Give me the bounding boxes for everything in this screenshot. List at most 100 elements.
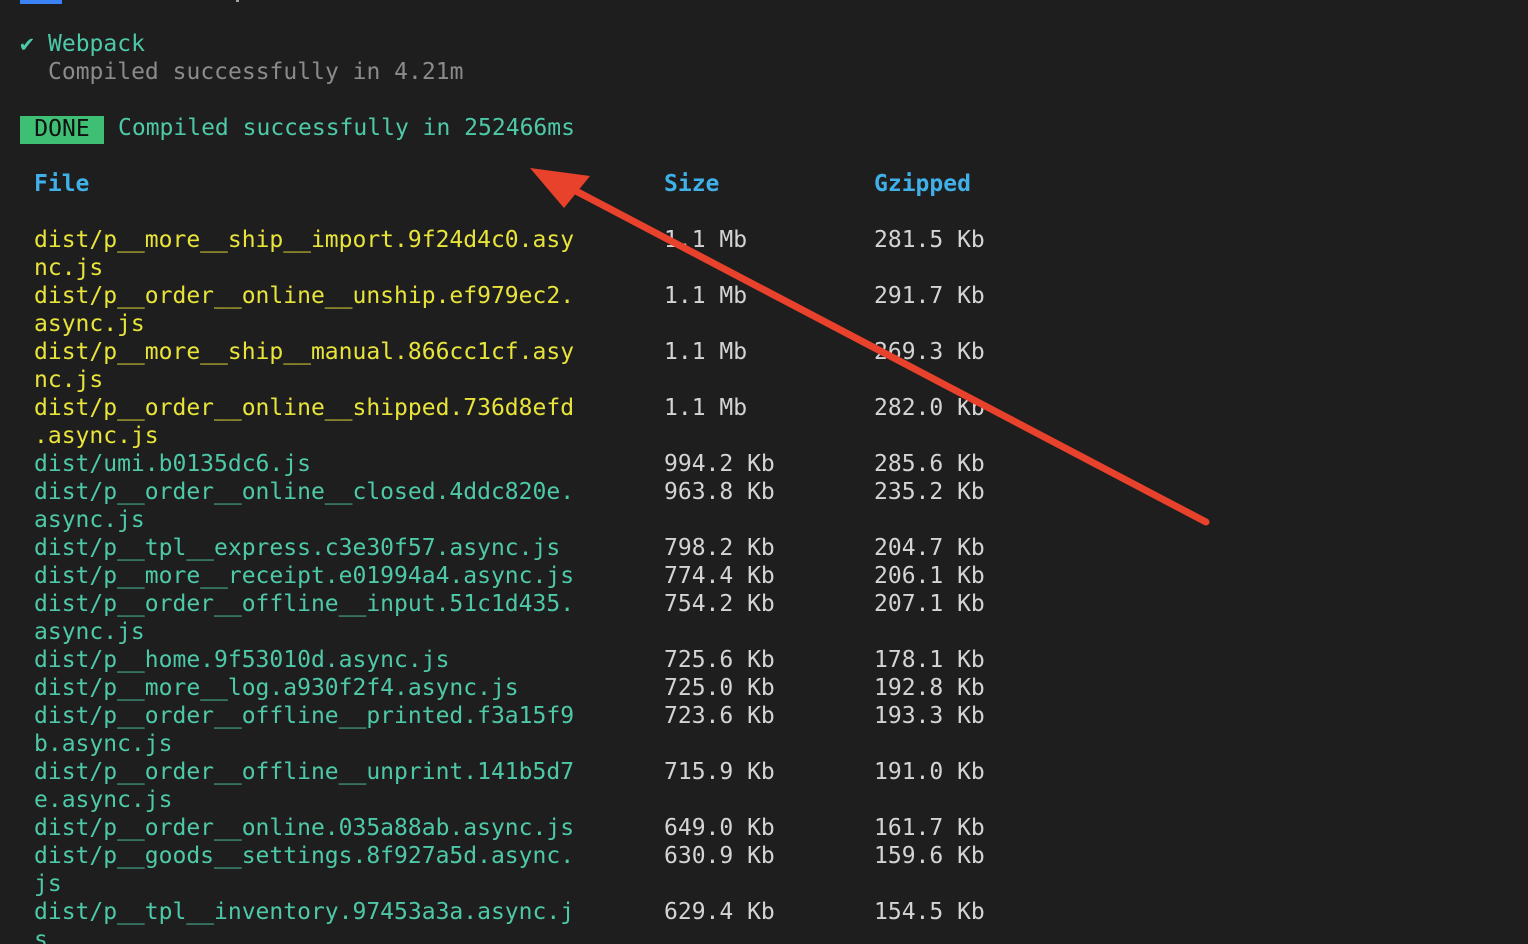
file-name-cell: dist/p__tpl__express.c3e30f57.async.js xyxy=(34,534,594,562)
file-size-cell: 1.1 Mb xyxy=(664,283,748,309)
table-row: dist/p__more__ship__import.9f24d4c0.asy n… xyxy=(0,226,1528,282)
done-badge: DONE xyxy=(20,116,104,144)
file-name-line: s xyxy=(34,927,48,944)
file-name-line: dist/p__order__offline__input.51c1d435. xyxy=(34,591,575,617)
file-gzipped-cell: 154.5 Kb xyxy=(874,899,985,925)
file-name-cell: dist/umi.b0135dc6.js xyxy=(34,450,594,478)
tab-indicator-tick xyxy=(236,0,239,2)
file-name-cell: dist/p__more__ship__import.9f24d4c0.asy n… xyxy=(34,226,594,282)
file-name-cell: dist/p__order__offline__printed.f3a15f9 b… xyxy=(34,702,594,758)
file-size-cell: 774.4 Kb xyxy=(664,563,775,589)
file-name-line: async.js xyxy=(34,619,145,645)
file-size-cell: 725.6 Kb xyxy=(664,647,775,673)
file-gzipped-cell: 204.7 Kb xyxy=(874,535,985,561)
table-row: dist/p__order__offline__unprint.141b5d7 e… xyxy=(0,758,1528,814)
file-gzipped-cell: 291.7 Kb xyxy=(874,283,985,309)
file-size-cell: 1.1 Mb xyxy=(664,395,748,421)
file-name-cell: dist/p__more__ship__manual.866cc1cf.asy n… xyxy=(34,338,594,394)
file-name-cell: dist/p__order__offline__unprint.141b5d7 e… xyxy=(34,758,594,814)
done-message: Compiled successfully in 252466ms xyxy=(118,115,575,141)
table-row: dist/p__order__offline__printed.f3a15f9 b… xyxy=(0,702,1528,758)
file-name-line: dist/p__more__receipt.e01994a4.async.js xyxy=(34,563,575,589)
file-name-line: dist/p__order__online__closed.4ddc820e. xyxy=(34,479,575,505)
file-size-cell: 725.0 Kb xyxy=(664,675,775,701)
file-name-line: async.js xyxy=(34,507,145,533)
file-name-line: dist/p__more__log.a930f2f4.async.js xyxy=(34,675,519,701)
file-name-cell: dist/p__goods__settings.8f927a5d.async. j… xyxy=(34,842,594,898)
file-table-body: dist/p__more__ship__import.9f24d4c0.asy n… xyxy=(0,226,1528,944)
file-size-cell: 1.1 Mb xyxy=(664,339,748,365)
file-name-line: dist/p__order__offline__printed.f3a15f9 xyxy=(34,703,575,729)
file-name-cell: dist/p__home.9f53010d.async.js xyxy=(34,646,594,674)
file-gzipped-cell: 193.3 Kb xyxy=(874,703,985,729)
file-name-line: e.async.js xyxy=(34,787,173,813)
file-name-line: dist/p__order__online__unship.ef979ec2. xyxy=(34,283,575,309)
table-row: dist/p__order__online.035a88ab.async.js 6… xyxy=(0,814,1528,842)
file-gzipped-cell: 191.0 Kb xyxy=(874,759,985,785)
file-name-line: dist/p__home.9f53010d.async.js xyxy=(34,647,450,673)
file-size-cell: 715.9 Kb xyxy=(664,759,775,785)
table-row: dist/p__order__online__shipped.736d8efd.… xyxy=(0,394,1528,450)
webpack-label: Webpack xyxy=(48,31,145,57)
file-gzipped-cell: 282.0 Kb xyxy=(874,395,985,421)
file-name-cell: dist/p__order__online.035a88ab.async.js xyxy=(34,814,594,842)
file-name-line: dist/p__order__offline__unprint.141b5d7 xyxy=(34,759,575,785)
table-row: dist/umi.b0135dc6.js 994.2 Kb 285.6 Kb xyxy=(0,450,1528,478)
table-row: dist/p__order__online__closed.4ddc820e. a… xyxy=(0,478,1528,534)
file-name-cell: dist/p__order__online__unship.ef979ec2. a… xyxy=(34,282,594,338)
file-size-cell: 798.2 Kb xyxy=(664,535,775,561)
file-gzipped-cell: 285.6 Kb xyxy=(874,451,985,477)
file-name-line: dist/p__tpl__inventory.97453a3a.async.j xyxy=(34,899,575,925)
file-size-cell: 630.9 Kb xyxy=(664,843,775,869)
file-name-line: nc.js xyxy=(34,255,104,281)
table-row: dist/p__tpl__express.c3e30f57.async.js 79… xyxy=(0,534,1528,562)
file-size-cell: 754.2 Kb xyxy=(664,591,775,617)
file-gzipped-cell: 159.6 Kb xyxy=(874,843,985,869)
file-name-line: dist/p__more__ship__import.9f24d4c0.asy xyxy=(34,227,575,253)
column-header-file: File xyxy=(34,171,90,197)
file-name-line: dist/umi.b0135dc6.js xyxy=(34,451,311,477)
file-size-cell: 629.4 Kb xyxy=(664,899,775,925)
file-size-cell: 649.0 Kb xyxy=(664,815,775,841)
file-name-cell: dist/p__order__online__closed.4ddc820e. a… xyxy=(34,478,594,534)
file-size-cell: 723.6 Kb xyxy=(664,703,775,729)
file-name-cell: dist/p__tpl__inventory.97453a3a.async.js xyxy=(34,898,594,944)
table-row: dist/p__order__offline__input.51c1d435. a… xyxy=(0,590,1528,646)
file-size-cell: 1.1 Mb xyxy=(664,227,748,253)
file-gzipped-cell: 235.2 Kb xyxy=(874,479,985,505)
column-header-gzipped: Gzipped xyxy=(874,171,971,197)
file-name-line: .async.js xyxy=(34,423,159,449)
file-name-line: b.async.js xyxy=(34,731,173,757)
file-name-line: dist/p__goods__settings.8f927a5d.async. xyxy=(34,843,575,869)
file-name-cell: dist/p__order__offline__input.51c1d435. a… xyxy=(34,590,594,646)
file-name-line: nc.js xyxy=(34,367,104,393)
file-gzipped-cell: 207.1 Kb xyxy=(874,591,985,617)
file-gzipped-cell: 281.5 Kb xyxy=(874,227,985,253)
file-name-line: dist/p__order__online__shipped.736d8efd xyxy=(34,395,575,421)
file-name-line: dist/p__order__online.035a88ab.async.js xyxy=(34,815,575,841)
file-gzipped-cell: 192.8 Kb xyxy=(874,675,985,701)
file-name-cell: dist/p__more__log.a930f2f4.async.js xyxy=(34,674,594,702)
file-name-line: async.js xyxy=(34,311,145,337)
file-name-cell: dist/p__order__online__shipped.736d8efd.… xyxy=(34,394,594,450)
file-name-cell: dist/p__more__receipt.e01994a4.async.js xyxy=(34,562,594,590)
table-row: dist/p__more__log.a930f2f4.async.js 725.0… xyxy=(0,674,1528,702)
file-size-cell: 994.2 Kb xyxy=(664,451,775,477)
file-gzipped-cell: 269.3 Kb xyxy=(874,339,985,365)
file-name-line: dist/p__more__ship__manual.866cc1cf.asy xyxy=(34,339,575,365)
table-row: dist/p__more__ship__manual.866cc1cf.asy n… xyxy=(0,338,1528,394)
file-name-line: js xyxy=(34,871,62,897)
tab-indicator xyxy=(20,0,62,4)
file-gzipped-cell: 206.1 Kb xyxy=(874,563,985,589)
file-gzipped-cell: 178.1 Kb xyxy=(874,647,985,673)
table-row: dist/p__order__online__unship.ef979ec2. a… xyxy=(0,282,1528,338)
file-gzipped-cell: 161.7 Kb xyxy=(874,815,985,841)
check-icon: ✔ xyxy=(20,31,34,57)
table-row: dist/p__goods__settings.8f927a5d.async. j… xyxy=(0,842,1528,898)
table-row: dist/p__home.9f53010d.async.js 725.6 Kb 17… xyxy=(0,646,1528,674)
table-row: dist/p__more__receipt.e01994a4.async.js 7… xyxy=(0,562,1528,590)
table-row: dist/p__tpl__inventory.97453a3a.async.js… xyxy=(0,898,1528,944)
file-size-cell: 963.8 Kb xyxy=(664,479,775,505)
file-name-line: dist/p__tpl__express.c3e30f57.async.js xyxy=(34,535,561,561)
webpack-compiled-message: Compiled successfully in 4.21m xyxy=(48,59,464,85)
